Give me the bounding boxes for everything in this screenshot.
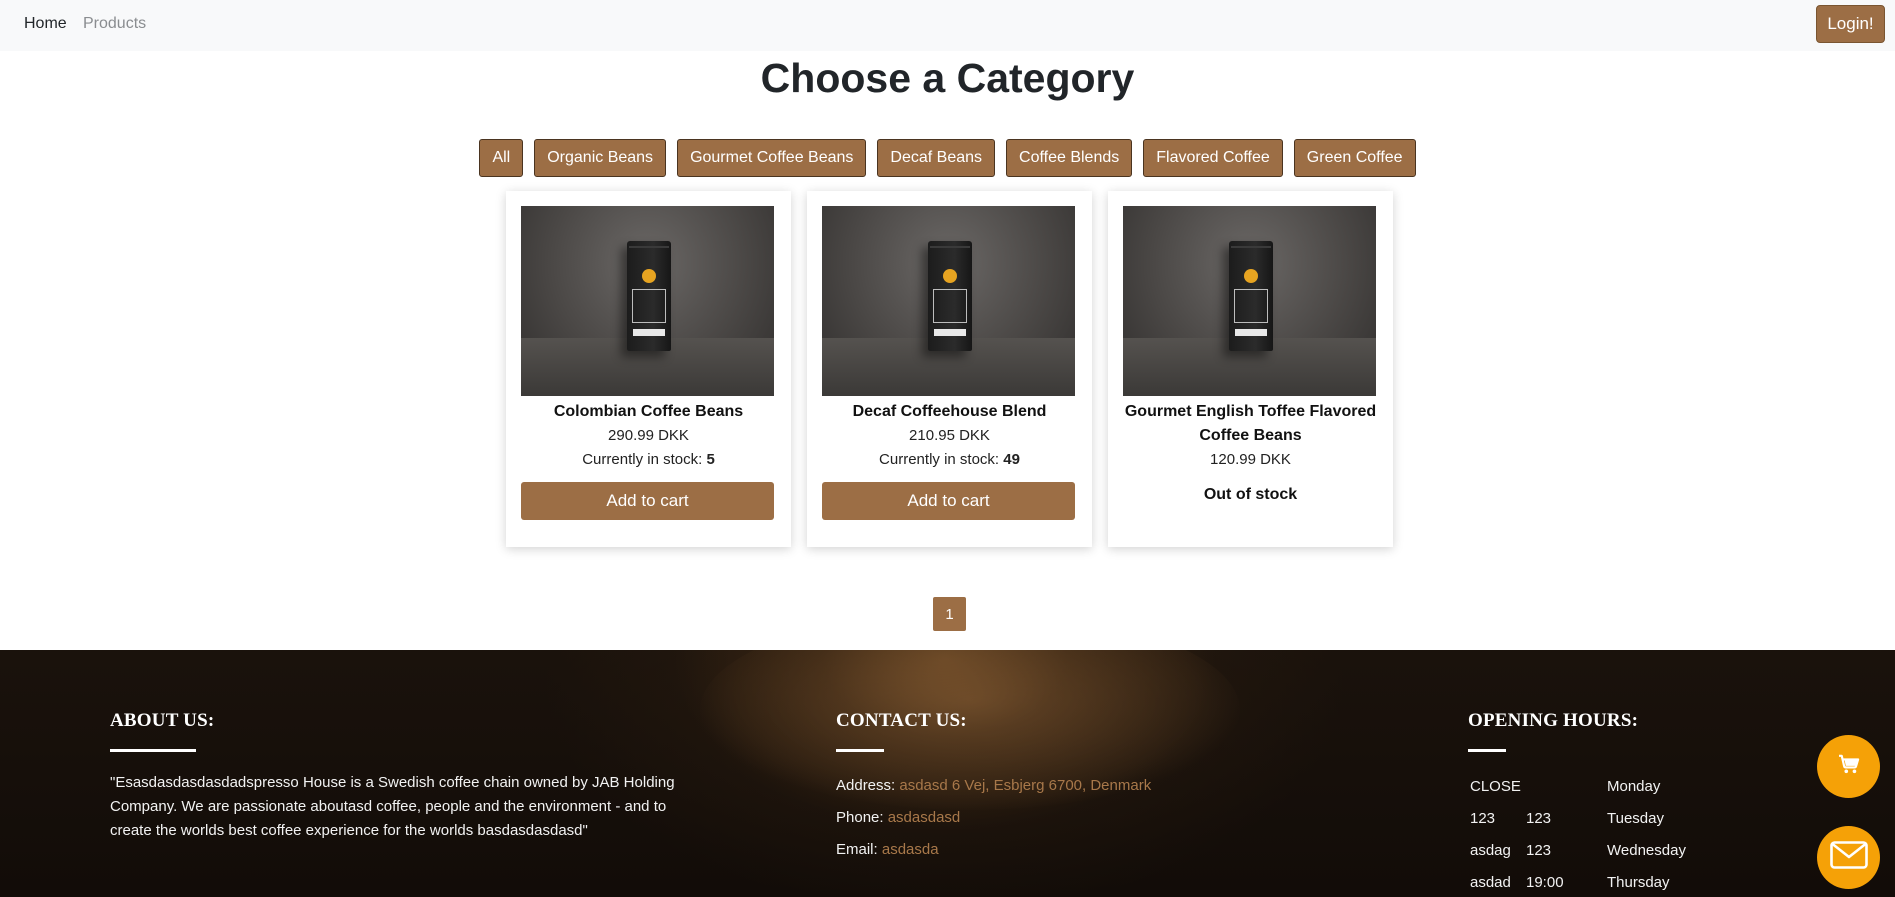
coffee-pouch-image (1229, 241, 1273, 351)
phone-label: Phone: (836, 809, 884, 826)
hours-day: Monday (1607, 778, 1661, 795)
product-stock: Currently in stock: 49 (822, 448, 1077, 472)
hours-day: Thursday (1607, 874, 1670, 891)
login-button[interactable]: Login! (1816, 5, 1885, 43)
coffee-pouch-image (928, 241, 972, 351)
add-to-cart-button[interactable]: Add to cart (521, 482, 774, 520)
category-button-green-coffee[interactable]: Green Coffee (1293, 139, 1416, 177)
pagination-page-1[interactable]: 1 (933, 597, 966, 631)
about-text: "Esasdasdasdasdadspresso House is a Swed… (110, 774, 675, 839)
email-value[interactable]: asdasda (882, 841, 939, 858)
hours-open: 123 (1470, 810, 1496, 827)
about-divider (110, 749, 196, 752)
hours-open: asdag (1470, 842, 1511, 859)
nav-home-link[interactable]: Home (24, 14, 67, 34)
address-label: Address: (836, 777, 896, 794)
stock-count: 49 (1003, 451, 1020, 468)
product-image[interactable] (822, 206, 1075, 396)
hours-open: CLOSE (1470, 778, 1521, 795)
hours-row: asdad 19:00 Thursday (1470, 874, 1720, 894)
contact-address: Address: asdasd 6 Vej, Esbjerg 6700, Den… (836, 777, 1151, 794)
hours-row: CLOSE Monday (1470, 778, 1720, 798)
product-card: Colombian Coffee Beans 290.99 DKK Curren… (506, 191, 791, 547)
cart-fab-button[interactable] (1817, 735, 1880, 798)
hours-heading: OPENING HOURS: (1468, 710, 1639, 731)
contact-email: Email: asdasda (836, 841, 939, 858)
product-price: 290.99 DKK (608, 427, 689, 444)
hours-day: Tuesday (1607, 810, 1664, 827)
product-name: Gourmet English Toffee Flavored Coffee B… (1124, 403, 1377, 444)
mail-fab-button[interactable] (1817, 826, 1880, 889)
category-filter-bar: All Organic Beans Gourmet Coffee Beans D… (0, 139, 1895, 177)
product-image[interactable] (521, 206, 774, 396)
contact-heading: CONTACT US: (836, 710, 967, 731)
hours-open: asdad (1470, 874, 1511, 891)
coffee-pouch-image (627, 241, 671, 351)
category-button-gourmet-coffee-beans[interactable]: Gourmet Coffee Beans (677, 139, 867, 177)
hours-close: 123 (1526, 842, 1552, 859)
category-button-coffee-blends[interactable]: Coffee Blends (1006, 139, 1133, 177)
hours-row: 123 123 Tuesday (1470, 810, 1720, 830)
about-heading: ABOUT US: (110, 710, 215, 731)
product-grid: Colombian Coffee Beans 290.99 DKK Curren… (506, 191, 1393, 547)
hours-row: asdag 123 Wednesday (1470, 842, 1720, 862)
category-button-all[interactable]: All (479, 139, 524, 177)
product-price: 210.95 DKK (909, 427, 990, 444)
product-name: Decaf Coffeehouse Blend (852, 403, 1047, 420)
mail-icon (1829, 841, 1868, 874)
address-value[interactable]: asdasd 6 Vej, Esbjerg 6700, Denmark (899, 777, 1151, 794)
add-to-cart-button[interactable]: Add to cart (822, 482, 1075, 520)
hours-day: Wednesday (1607, 842, 1686, 859)
stock-label: Currently in stock: (879, 451, 1000, 468)
category-button-flavored-coffee[interactable]: Flavored Coffee (1143, 139, 1283, 177)
hours-close: 19:00 (1526, 874, 1564, 891)
category-button-decaf-beans[interactable]: Decaf Beans (877, 139, 996, 177)
page-title: Choose a Category (760, 55, 1135, 101)
product-name: Colombian Coffee Beans (553, 403, 744, 420)
stock-count: 5 (706, 451, 715, 468)
product-stock: Currently in stock: 5 (521, 448, 776, 472)
category-button-organic-beans[interactable]: Organic Beans (534, 139, 667, 177)
stock-label: Currently in stock: (582, 451, 703, 468)
contact-divider (836, 749, 884, 752)
product-card: Decaf Coffeehouse Blend 210.95 DKK Curre… (807, 191, 1092, 547)
phone-value[interactable]: asdasdasd (888, 809, 961, 826)
nav-products-link[interactable]: Products (83, 14, 146, 34)
footer: ABOUT US: "Esasdasdasdasdadspresso House… (0, 650, 1895, 897)
product-price: 120.99 DKK (1210, 451, 1291, 468)
navbar: Home Products Login! (0, 0, 1895, 51)
product-card: Gourmet English Toffee Flavored Coffee B… (1108, 191, 1393, 547)
hours-divider (1468, 749, 1506, 752)
email-label: Email: (836, 841, 878, 858)
hours-close: 123 (1526, 810, 1552, 827)
out-of-stock-label: Out of stock (1203, 486, 1298, 503)
cart-icon (1838, 754, 1860, 779)
product-image[interactable] (1123, 206, 1376, 396)
contact-phone: Phone: asdasdasd (836, 809, 960, 826)
